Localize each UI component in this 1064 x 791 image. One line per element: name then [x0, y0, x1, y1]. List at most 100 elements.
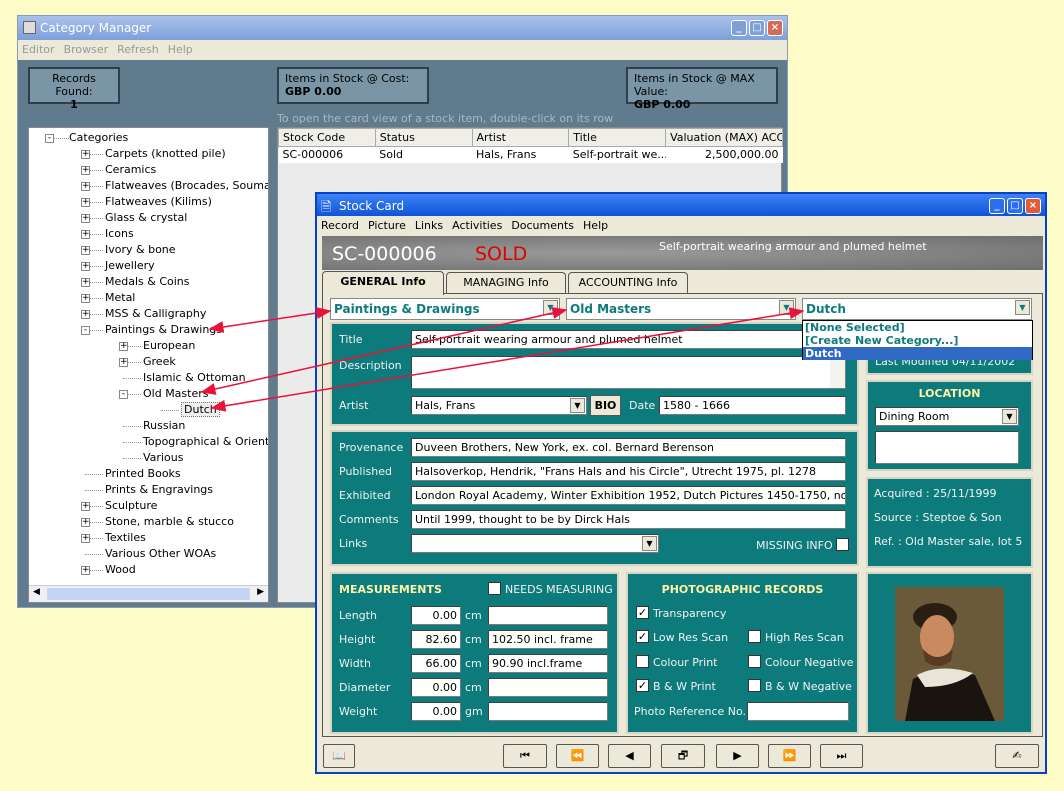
measure-note-field[interactable]: [488, 702, 608, 721]
tree-item[interactable]: Stone, marble & stucco: [105, 515, 234, 531]
expand-icon[interactable]: +: [81, 262, 90, 271]
exhibited-field[interactable]: London Royal Academy, Winter Exhibition …: [411, 486, 846, 505]
col-stock-code[interactable]: Stock Code: [278, 128, 376, 147]
dropdown-arrow-icon[interactable]: ▼: [1015, 300, 1030, 315]
dropdown-arrow-icon[interactable]: ▼: [779, 300, 794, 315]
collapse-icon[interactable]: -: [45, 134, 54, 143]
location-combo[interactable]: Dining Room ▼: [875, 407, 1019, 426]
tree-item[interactable]: Wood: [105, 563, 136, 579]
tree-item[interactable]: Various: [143, 451, 183, 467]
expand-icon[interactable]: +: [81, 230, 90, 239]
fast-forward-button[interactable]: ⏩: [768, 744, 811, 768]
dropdown-arrow-icon[interactable]: ▼: [543, 300, 558, 315]
tree-item[interactable]: Russian: [143, 419, 185, 435]
tree-item[interactable]: Dutch: [181, 402, 220, 419]
tree-item[interactable]: Icons: [105, 227, 134, 243]
provenance-field[interactable]: Duveen Brothers, New York, ex. col. Bern…: [411, 438, 846, 457]
option-none-selected[interactable]: [None Selected]: [803, 321, 1032, 334]
colour-negative-checkbox[interactable]: [748, 655, 761, 668]
collapse-icon[interactable]: -: [81, 326, 90, 335]
low-res-scan-checkbox[interactable]: ✓: [636, 630, 649, 643]
menu-refresh[interactable]: Refresh: [117, 43, 159, 56]
measure-note-field[interactable]: 102.50 incl. frame: [488, 630, 608, 649]
category-combo-2[interactable]: Old Masters ▼: [566, 298, 796, 320]
tree-item[interactable]: Categories: [69, 131, 128, 147]
dropdown-arrow-icon[interactable]: ▼: [1002, 409, 1017, 424]
close-button[interactable]: ×: [1025, 198, 1041, 214]
category-combo-1[interactable]: Paintings & Drawings ▼: [330, 298, 560, 320]
expand-icon[interactable]: +: [81, 534, 90, 543]
menu-documents[interactable]: Documents: [511, 219, 574, 232]
expand-icon[interactable]: +: [81, 518, 90, 527]
tree-item[interactable]: Prints & Engravings: [105, 483, 213, 499]
book-button[interactable]: 📖: [323, 744, 355, 768]
measure-note-field[interactable]: 90.90 incl.frame: [488, 654, 608, 673]
tree-item[interactable]: European: [143, 339, 195, 355]
menu-links[interactable]: Links: [415, 219, 443, 232]
bio-button[interactable]: BIO: [590, 395, 621, 416]
date-field[interactable]: 1580 - 1666: [659, 396, 846, 415]
tree-item[interactable]: Islamic & Ottoman: [143, 371, 246, 387]
tree-item[interactable]: Jewellery: [105, 259, 155, 275]
expand-icon[interactable]: +: [81, 166, 90, 175]
next-record-button[interactable]: ▶: [716, 744, 759, 768]
tree-item[interactable]: Metal: [105, 291, 135, 307]
collapse-icon[interactable]: -: [119, 390, 128, 399]
menu-record[interactable]: Record: [321, 219, 359, 232]
tree-item[interactable]: Various Other WOAs: [105, 547, 216, 563]
tree-item[interactable]: Textiles: [105, 531, 146, 547]
menu-help[interactable]: Help: [583, 219, 608, 232]
menu-editor[interactable]: Editor: [22, 43, 55, 56]
tree-item[interactable]: Topographical & Orientalis: [143, 435, 268, 451]
expand-icon[interactable]: +: [81, 502, 90, 511]
expand-icon[interactable]: +: [119, 342, 128, 351]
missing-info-checkbox[interactable]: [836, 538, 849, 551]
category-3-dropdown-list[interactable]: [None Selected] [Create New Category...]…: [802, 320, 1033, 360]
measure-value-field[interactable]: 0.00: [411, 702, 461, 721]
tree-item[interactable]: Carpets (knotted pile): [105, 147, 226, 163]
col-valuation[interactable]: Valuation (MAX) ACC: [665, 128, 783, 147]
dropdown-arrow-icon[interactable]: ▼: [570, 398, 585, 413]
expand-icon[interactable]: +: [81, 214, 90, 223]
tree-item[interactable]: Greek: [143, 355, 176, 371]
restore-view-button[interactable]: 🗗: [661, 744, 705, 768]
expand-icon[interactable]: +: [81, 566, 90, 575]
minimize-button[interactable]: _: [731, 20, 747, 36]
comments-field[interactable]: Until 1999, thought to be by Dirck Hals: [411, 510, 846, 529]
bw-negative-checkbox[interactable]: [748, 679, 761, 692]
description-field[interactable]: [411, 356, 846, 389]
maximize-button[interactable]: □: [1007, 198, 1023, 214]
high-res-scan-checkbox[interactable]: [748, 630, 761, 643]
tree-item[interactable]: Sculpture: [105, 499, 157, 515]
tree-item[interactable]: Medals & Coins: [105, 275, 190, 291]
scroll-right-icon[interactable]: ▶: [257, 587, 264, 597]
tree-item[interactable]: Flatweaves (Brocades, Soumaks,: [105, 179, 268, 195]
last-record-button[interactable]: ⏭: [820, 744, 863, 768]
expand-icon[interactable]: +: [81, 294, 90, 303]
tree-item[interactable]: Ivory & bone: [105, 243, 176, 259]
tree-item[interactable]: Flatweaves (Kilims): [105, 195, 212, 211]
scrollbar[interactable]: [830, 357, 845, 388]
expand-icon[interactable]: +: [81, 182, 90, 191]
links-combo[interactable]: ▼: [411, 534, 659, 553]
signature-button[interactable]: ✍: [995, 744, 1039, 768]
measure-value-field[interactable]: 66.00: [411, 654, 461, 673]
tab-general-info[interactable]: GENERAL Info: [322, 271, 444, 295]
bw-print-checkbox[interactable]: ✓: [636, 679, 649, 692]
tree-item[interactable]: Ceramics: [105, 163, 156, 179]
close-button[interactable]: ×: [767, 20, 783, 36]
title-field[interactable]: Self-portrait wearing armour and plumed …: [411, 330, 846, 349]
location-notes[interactable]: [875, 431, 1019, 464]
scroll-left-icon[interactable]: ◀: [33, 587, 40, 597]
horizontal-scrollbar[interactable]: ◀ ▶: [29, 585, 268, 602]
photo-reference-field[interactable]: [747, 702, 849, 721]
measure-note-field[interactable]: [488, 678, 608, 697]
published-field[interactable]: Halsoverkop, Hendrik, "Frans Hals and hi…: [411, 462, 846, 481]
measure-value-field[interactable]: 0.00: [411, 606, 461, 625]
maximize-button[interactable]: □: [749, 20, 765, 36]
expand-icon[interactable]: +: [119, 358, 128, 367]
needs-measuring-checkbox[interactable]: [488, 582, 501, 595]
expand-icon[interactable]: +: [81, 150, 90, 159]
previous-record-button[interactable]: ◀: [608, 744, 651, 768]
transparency-checkbox[interactable]: ✓: [636, 606, 649, 619]
